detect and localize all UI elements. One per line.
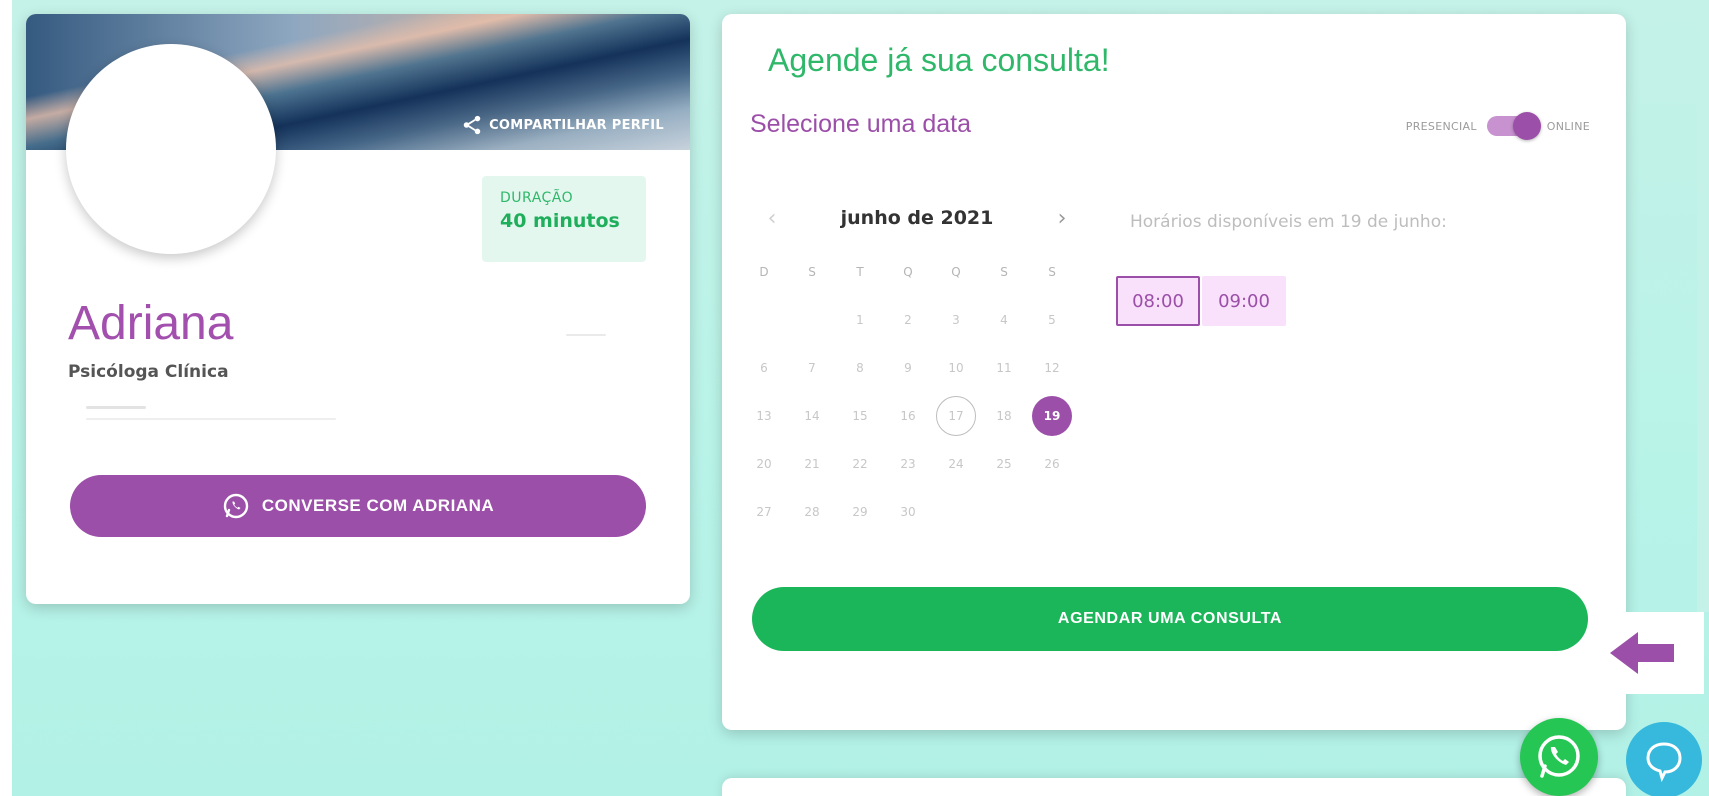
weekday-label: S	[1000, 265, 1008, 279]
arrow-left-icon	[1610, 632, 1674, 674]
calendar-day[interactable]: 9	[888, 348, 928, 388]
weekday-label: Q	[903, 265, 913, 279]
profile-role: Psicóloga Clínica	[68, 362, 229, 382]
next-month-button[interactable]: ›	[1042, 206, 1082, 231]
whatsapp-fab[interactable]	[1520, 718, 1598, 796]
calendar-day[interactable]: 5	[1032, 300, 1072, 340]
calendar-day[interactable]: 14	[792, 396, 832, 436]
weekday-label: S	[1048, 265, 1056, 279]
profile-name: Adriana	[68, 297, 234, 350]
calendar-day[interactable]: 26	[1032, 444, 1072, 484]
month-label: junho de 2021	[840, 207, 994, 229]
booking-card: Agende já sua consulta! Selecione uma da…	[722, 14, 1626, 730]
calendar-day[interactable]: 1	[840, 300, 880, 340]
chat-with-adriana-button[interactable]: CONVERSE COM ADRIANA	[70, 475, 646, 537]
calendar-day[interactable]: 7	[792, 348, 832, 388]
calendar-day[interactable]: 12	[1032, 348, 1072, 388]
calendar-day[interactable]: 21	[792, 444, 832, 484]
calendar-day[interactable]: 4	[984, 300, 1024, 340]
arrow-panel	[1590, 612, 1704, 694]
share-profile-link[interactable]: COMPARTILHAR PERFIL	[461, 114, 664, 136]
calendar-day[interactable]: 15	[840, 396, 880, 436]
duration-box: DURAÇÃO 40 minutos	[482, 176, 646, 262]
profile-card: COMPARTILHAR PERFIL DURAÇÃO 40 minutos A…	[26, 14, 690, 604]
share-profile-label: COMPARTILHAR PERFIL	[489, 117, 664, 133]
time-slot-0900[interactable]: 09:00	[1202, 276, 1286, 326]
book-appointment-button[interactable]: AGENDAR UMA CONSULTA	[752, 587, 1588, 651]
select-date-label: Selecione uma data	[750, 110, 971, 138]
mode-toggle: PRESENCIAL ONLINE	[1405, 112, 1590, 140]
weekday-label: S	[808, 265, 816, 279]
mode-presencial-label: PRESENCIAL	[1405, 119, 1477, 133]
calendar-day[interactable]: 22	[840, 444, 880, 484]
avatar	[66, 44, 276, 254]
calendar-day[interactable]: 2	[888, 300, 928, 340]
blurred-text	[86, 406, 146, 409]
mode-online-label: ONLINE	[1546, 119, 1590, 133]
calendar-day[interactable]: 24	[936, 444, 976, 484]
calendar-day[interactable]: 20	[744, 444, 784, 484]
blurred-text	[86, 418, 336, 420]
weekday-label: Q	[951, 265, 961, 279]
duration-value: 40 minutos	[500, 210, 620, 232]
share-icon	[463, 115, 481, 135]
whatsapp-icon	[1538, 735, 1580, 778]
duration-label: DURAÇÃO	[500, 190, 574, 206]
calendar-day[interactable]: 16	[888, 396, 928, 436]
calendar-day[interactable]: 25	[984, 444, 1024, 484]
left-edge	[0, 0, 12, 796]
calendar-day[interactable]: 30	[888, 492, 928, 532]
mode-switch-knob	[1512, 112, 1541, 140]
calendar-day[interactable]: 10	[936, 348, 976, 388]
calendar-day[interactable]: 28	[792, 492, 832, 532]
mode-switch[interactable]	[1486, 112, 1541, 140]
month-nav: ‹ junho de 2021 ›	[752, 198, 1082, 238]
calendar-day[interactable]: 11	[984, 348, 1024, 388]
calendar-day[interactable]: 29	[840, 492, 880, 532]
prev-month-button[interactable]: ‹	[752, 206, 792, 231]
available-times-title: Horários disponíveis em 19 de junho:	[1130, 212, 1447, 232]
lower-card	[722, 778, 1626, 796]
calendar-day[interactable]: 18	[984, 396, 1024, 436]
right-edge	[1697, 0, 1709, 612]
calendar-day[interactable]: 27	[744, 492, 784, 532]
chat-with-adriana-label: CONVERSE COM ADRIANA	[261, 496, 495, 515]
booking-title: Agende já sua consulta!	[768, 42, 1110, 78]
weekday-label: D	[759, 265, 769, 279]
calendar-day[interactable]: 13	[744, 396, 784, 436]
chat-bubble-icon	[1646, 742, 1682, 782]
weekday-label: T	[856, 265, 864, 279]
blurred-text	[566, 334, 606, 336]
book-appointment-label: AGENDAR UMA CONSULTA	[1057, 610, 1283, 627]
calendar-day[interactable]: 23	[888, 444, 928, 484]
whatsapp-icon	[223, 493, 249, 519]
calendar-day[interactable]: 17	[936, 396, 976, 436]
time-slot-0800[interactable]: 08:00	[1116, 276, 1200, 326]
chat-fab[interactable]	[1626, 722, 1702, 796]
calendar-day-selected[interactable]: 19	[1032, 396, 1072, 436]
calendar-day[interactable]: 8	[840, 348, 880, 388]
calendar-day[interactable]: 3	[936, 300, 976, 340]
calendar-day[interactable]: 6	[744, 348, 784, 388]
